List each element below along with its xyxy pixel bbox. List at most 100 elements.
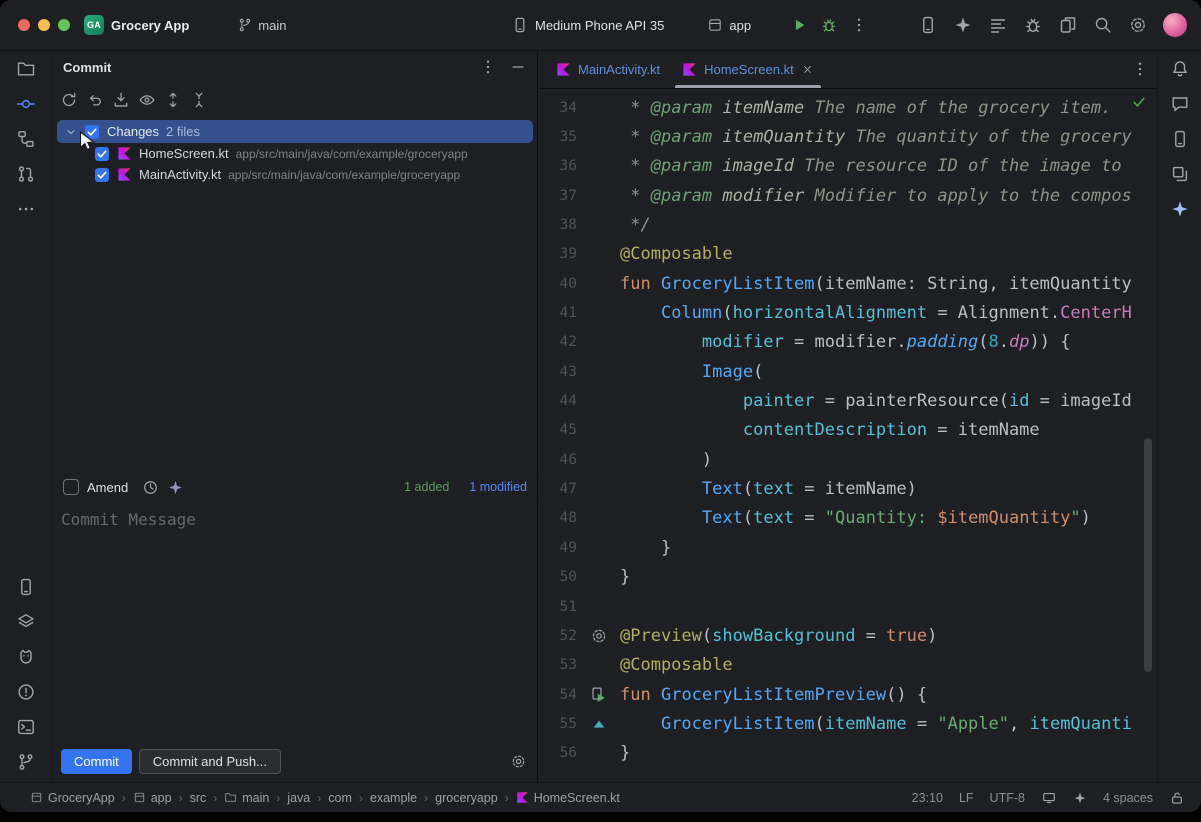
cursor-position[interactable]: 23:10 — [912, 791, 943, 805]
breadcrumb-item[interactable]: src — [190, 791, 207, 805]
code-line[interactable]: 54 fun GroceryListItemPreview() { — [539, 680, 1157, 709]
run-config-selector[interactable]: app — [701, 13, 776, 37]
commit-message-input[interactable]: Commit Message — [53, 499, 537, 742]
line-number[interactable]: 37 — [539, 188, 577, 204]
line-number[interactable]: 55 — [539, 716, 577, 732]
commit-and-push-button[interactable]: Commit and Push... — [139, 749, 281, 774]
tab-homescreen-kt[interactable]: HomeScreen.kt — [671, 50, 825, 88]
code-text[interactable]: Text(text = "Quantity: $itemQuantity") — [620, 508, 1157, 528]
assistant-icon[interactable] — [1170, 94, 1190, 114]
chevron-down-icon[interactable] — [65, 126, 77, 138]
line-number[interactable]: 43 — [539, 364, 577, 380]
version-control-icon[interactable] — [16, 752, 36, 772]
code-text[interactable]: Text(text = itemName) — [620, 479, 1157, 499]
code-line[interactable]: 52@Preview(showBackground = true) — [539, 621, 1157, 650]
editor-options-kebab-icon[interactable] — [1131, 60, 1149, 78]
line-number[interactable]: 44 — [539, 393, 577, 409]
line-separator[interactable]: LF — [959, 791, 974, 805]
app-quality-insights-icon[interactable] — [1023, 15, 1043, 35]
line-number[interactable]: 49 — [539, 540, 577, 556]
code-line[interactable]: 53@Composable — [539, 651, 1157, 680]
device-mirror-icon[interactable] — [918, 15, 938, 35]
preview-settings-gutter[interactable] — [577, 627, 620, 645]
code-text[interactable]: } — [620, 743, 1157, 763]
options-kebab-icon[interactable] — [479, 58, 497, 76]
zoom-window-button[interactable] — [58, 19, 70, 31]
line-number[interactable]: 38 — [539, 217, 577, 233]
code-text[interactable]: */ — [620, 215, 1157, 235]
run-icon[interactable] — [790, 16, 808, 34]
commit-icon[interactable] — [16, 94, 36, 114]
commit-settings-gear-icon[interactable] — [510, 753, 527, 770]
debug-icon[interactable] — [820, 16, 838, 34]
code-text[interactable]: Column(horizontalAlignment = Alignment.C… — [620, 303, 1157, 323]
refresh-icon[interactable] — [59, 90, 79, 110]
code-line[interactable]: 47 Text(text = itemName) — [539, 474, 1157, 503]
gemini-icon[interactable] — [1170, 199, 1190, 219]
more-icon[interactable] — [16, 199, 36, 219]
breadcrumb-item[interactable]: groceryapp — [435, 791, 498, 805]
structure-icon[interactable] — [16, 129, 36, 149]
gradle-icon[interactable] — [1170, 164, 1190, 184]
code-line[interactable]: 41 Column(horizontalAlignment = Alignmen… — [539, 298, 1157, 327]
build-variants-icon[interactable] — [16, 612, 36, 632]
breadcrumb-item[interactable]: example — [370, 791, 417, 805]
code-text[interactable]: * @param itemName The name of the grocer… — [620, 98, 1157, 118]
breadcrumb-item[interactable]: com — [328, 791, 352, 805]
commit-history-icon[interactable] — [142, 479, 159, 496]
monitor-icon[interactable] — [1041, 790, 1057, 806]
device-selector[interactable]: Medium Phone API 35 — [505, 12, 689, 38]
code-text[interactable]: ) — [620, 450, 1157, 470]
code-line[interactable]: 42 modifier = modifier.padding(8.dp)) { — [539, 328, 1157, 357]
line-number[interactable]: 41 — [539, 305, 577, 321]
commit-button[interactable]: Commit — [61, 749, 132, 774]
project-widget[interactable]: GA Grocery App — [78, 11, 215, 39]
code-line[interactable]: 46 ) — [539, 445, 1157, 474]
logcat-icon[interactable] — [988, 15, 1008, 35]
indent-setting[interactable]: 4 spaces — [1103, 791, 1153, 805]
settings-icon[interactable] — [1128, 15, 1148, 35]
line-number[interactable]: 45 — [539, 422, 577, 438]
inspections-ok-icon[interactable] — [1131, 94, 1147, 110]
hide-tool-window-icon[interactable] — [509, 58, 527, 76]
file-checkbox-checked[interactable] — [94, 167, 110, 183]
breadcrumb-item[interactable]: GroceryApp — [30, 791, 115, 805]
file-encoding[interactable]: UTF-8 — [990, 791, 1025, 805]
show-diff-icon[interactable] — [137, 90, 157, 110]
breadcrumb-item[interactable]: HomeScreen.kt — [516, 791, 620, 805]
run-preview-gutter[interactable] — [577, 686, 620, 704]
preview-settings-icon[interactable] — [590, 627, 608, 645]
code-line[interactable]: 34 * @param itemName The name of the gro… — [539, 93, 1157, 122]
line-number[interactable]: 36 — [539, 158, 577, 174]
line-number[interactable]: 47 — [539, 481, 577, 497]
code-line[interactable]: 39@Composable — [539, 240, 1157, 269]
code-text[interactable]: @Preview(showBackground = true) — [620, 626, 1157, 646]
code-text[interactable]: fun GroceryListItemPreview() { — [620, 685, 1157, 705]
generate-message-sparkle-icon[interactable] — [167, 479, 184, 496]
pull-requests-icon[interactable] — [16, 164, 36, 184]
ask-gemini-icon[interactable] — [953, 15, 973, 35]
line-number[interactable]: 40 — [539, 276, 577, 292]
line-number[interactable]: 46 — [539, 452, 577, 468]
run-preview-icon[interactable] — [590, 686, 608, 704]
minimize-window-button[interactable] — [38, 19, 50, 31]
code-area[interactable]: 34 * @param itemName The name of the gro… — [539, 88, 1157, 782]
lock-icon[interactable] — [1169, 790, 1185, 806]
search-icon[interactable] — [1093, 15, 1113, 35]
code-line[interactable]: 50} — [539, 563, 1157, 592]
line-number[interactable]: 54 — [539, 687, 577, 703]
more-actions-icon[interactable] — [850, 16, 868, 34]
avatar[interactable] — [1163, 13, 1187, 37]
close-tab-icon[interactable] — [801, 63, 814, 76]
code-line[interactable]: 37 * @param modifier Modifier to apply t… — [539, 181, 1157, 210]
code-line[interactable]: 44 painter = painterResource(id = imageI… — [539, 386, 1157, 415]
code-text[interactable]: fun GroceryListItem(itemName: String, it… — [620, 274, 1157, 294]
code-line[interactable]: 49 } — [539, 533, 1157, 562]
line-number[interactable]: 56 — [539, 745, 577, 761]
code-line[interactable]: 51 — [539, 592, 1157, 621]
line-number[interactable]: 35 — [539, 129, 577, 145]
code-line[interactable]: 40 fun GroceryListItem(itemName: String, … — [539, 269, 1157, 298]
changes-group-row[interactable]: Changes 2 files — [57, 120, 533, 143]
code-line[interactable]: 43 Image( — [539, 357, 1157, 386]
amend-checkbox[interactable] — [63, 479, 79, 495]
